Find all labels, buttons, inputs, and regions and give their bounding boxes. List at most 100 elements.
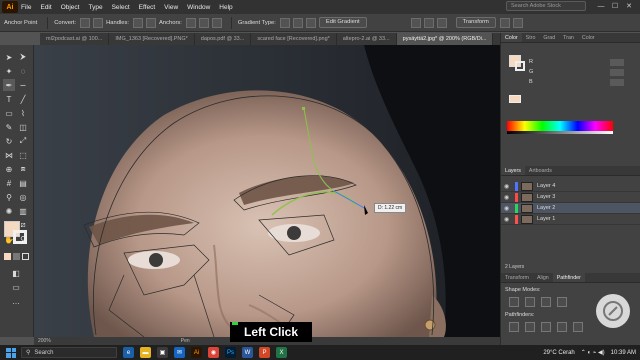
tab-color[interactable]: Color	[501, 33, 522, 42]
eye-icon[interactable]: ◉	[504, 205, 511, 212]
arrange-icon[interactable]	[499, 17, 510, 28]
divide-icon[interactable]	[509, 322, 519, 332]
grayscale-ramp[interactable]	[507, 131, 613, 134]
eyedropper-tool-icon[interactable]: ⚲	[3, 191, 15, 203]
intersect-icon[interactable]	[541, 297, 551, 307]
rotate-tool-icon[interactable]: ↻	[3, 135, 15, 147]
selection-tool-icon[interactable]: ➤	[3, 51, 15, 63]
symbol-sprayer-tool-icon[interactable]: ✺	[3, 205, 15, 217]
curvature-tool-icon[interactable]: ∽	[17, 79, 29, 91]
type-tool-icon[interactable]: T	[3, 93, 15, 105]
align-icon[interactable]	[410, 17, 421, 28]
clock[interactable]: 10:39 AM	[611, 350, 636, 356]
linear-gradient-icon[interactable]	[279, 17, 290, 28]
paintbrush-tool-icon[interactable]: ⌇	[17, 107, 29, 119]
hide-handles-icon[interactable]	[146, 17, 157, 28]
tab-img1363[interactable]: IMG_1363 [Recovered].PNG*	[109, 33, 195, 45]
chrome-icon[interactable]: ◉	[208, 347, 219, 358]
maximize-button[interactable]: ☐	[608, 2, 622, 10]
align-center-icon[interactable]	[423, 17, 434, 28]
excel-icon[interactable]: X	[276, 347, 287, 358]
tab-artboards[interactable]: Artboards	[525, 166, 556, 175]
tab-gradient[interactable]: Grad	[539, 33, 559, 42]
scale-tool-icon[interactable]: ⤢	[17, 135, 29, 147]
blend-tool-icon[interactable]: ◎	[17, 191, 29, 203]
menu-select[interactable]: Select	[112, 4, 130, 11]
minimize-button[interactable]: —	[594, 3, 608, 10]
zoom-level[interactable]: 200%	[38, 338, 51, 344]
tab-transform[interactable]: Transform	[501, 273, 533, 282]
layer-row[interactable]: ◉ Layer 4	[501, 181, 640, 192]
tab-pathfinder[interactable]: Pathfinder	[552, 273, 585, 282]
eraser-tool-icon[interactable]: ◫	[17, 121, 29, 133]
tab-pysayttä[interactable]: pysäyttä2.jpg* @ 200% (RGB/Di...	[396, 33, 494, 45]
magic-wand-tool-icon[interactable]: ✦	[3, 65, 15, 77]
tab-transparency[interactable]: Tran	[559, 33, 578, 42]
layer-row-selected[interactable]: ◉ Layer 2	[501, 203, 640, 214]
tray-icons[interactable]: ⌃ ◐ ⌁ ◀)	[581, 349, 605, 356]
transform-button[interactable]: Transform	[455, 17, 496, 28]
eye-icon[interactable]: ◉	[504, 183, 511, 190]
windows-start-icon[interactable]	[6, 347, 16, 358]
artboard-canvas[interactable]: D: 1.22 cm	[34, 45, 500, 337]
photoshop-icon[interactable]: Ps	[225, 347, 236, 358]
graph-tool-icon[interactable]: ▥	[17, 205, 29, 217]
lasso-tool-icon[interactable]: ◌	[17, 65, 29, 77]
shape-builder-tool-icon[interactable]: ⊕	[3, 163, 15, 175]
tab-align[interactable]: Align	[533, 273, 553, 282]
line-tool-icon[interactable]: ╱	[17, 93, 29, 105]
free-transform-tool-icon[interactable]: ⬚	[17, 149, 29, 161]
layer-row[interactable]: ◉ Layer 1	[501, 214, 640, 225]
g-value-field[interactable]	[610, 68, 624, 76]
outline-icon[interactable]	[573, 322, 583, 332]
color-mode-icon[interactable]	[4, 253, 11, 260]
merge-icon[interactable]	[541, 322, 551, 332]
crop-icon[interactable]	[557, 322, 567, 332]
tab-altepro[interactable]: altepro-2.ai @ 33...	[337, 33, 397, 45]
exclude-icon[interactable]	[557, 297, 567, 307]
remove-anchor-icon[interactable]	[185, 17, 196, 28]
tab-dapos[interactable]: dapos.pdf @ 33...	[195, 33, 252, 45]
anchor-point[interactable]	[302, 107, 305, 110]
tab-layers[interactable]: Layers	[501, 166, 525, 175]
illustrator-icon[interactable]: Ai	[191, 347, 202, 358]
menu-file[interactable]: File	[21, 4, 31, 11]
menu-effect[interactable]: Effect	[139, 4, 156, 11]
stroke-color-swatch[interactable]	[515, 61, 525, 71]
tab-stroke[interactable]: Stro	[522, 33, 540, 42]
none-mode-icon[interactable]	[22, 253, 29, 260]
weather-status[interactable]: 29°C Cerah	[543, 350, 574, 356]
unite-icon[interactable]	[509, 297, 519, 307]
edit-gradient-button[interactable]: Edit Gradient	[318, 17, 367, 28]
draw-mode-icon[interactable]: ◧	[10, 267, 22, 279]
store-icon[interactable]: ▣	[157, 347, 168, 358]
last-color-swatch[interactable]	[509, 95, 521, 103]
more-tools-icon[interactable]: …	[10, 295, 22, 307]
tab-color-guide[interactable]: Color	[578, 33, 599, 42]
color-spectrum[interactable]	[507, 121, 613, 131]
r-value-field[interactable]	[610, 58, 624, 66]
menu-edit[interactable]: Edit	[40, 4, 51, 11]
width-tool-icon[interactable]: ⋈	[3, 149, 15, 161]
menu-help[interactable]: Help	[219, 4, 232, 11]
menu-window[interactable]: Window	[187, 4, 210, 11]
stroke-swatch[interactable]	[13, 230, 27, 244]
rectangle-tool-icon[interactable]: ▭	[3, 107, 15, 119]
minus-front-icon[interactable]	[525, 297, 535, 307]
menu-type[interactable]: Type	[88, 4, 102, 11]
search-stock-input[interactable]: Search Adobe Stock	[506, 1, 586, 11]
trim-icon[interactable]	[525, 322, 535, 332]
perspective-tool-icon[interactable]: ⧈	[17, 163, 29, 175]
menu-object[interactable]: Object	[61, 4, 80, 11]
convert-smooth-icon[interactable]	[80, 17, 91, 28]
screen-mode-icon[interactable]: ▭	[10, 281, 22, 293]
word-icon[interactable]: W	[242, 347, 253, 358]
tab-ml2podcast[interactable]: ml2podcast.ai @ 100...	[40, 33, 110, 45]
pencil-tool-icon[interactable]: ✎	[3, 121, 15, 133]
direct-selection-tool-icon[interactable]: ⮞	[17, 51, 29, 63]
folder-icon[interactable]: ▬	[140, 347, 151, 358]
eye-icon[interactable]: ◉	[504, 216, 511, 223]
menu-icon[interactable]	[512, 17, 523, 28]
align-right-icon[interactable]	[436, 17, 447, 28]
radial-gradient-icon[interactable]	[292, 17, 303, 28]
